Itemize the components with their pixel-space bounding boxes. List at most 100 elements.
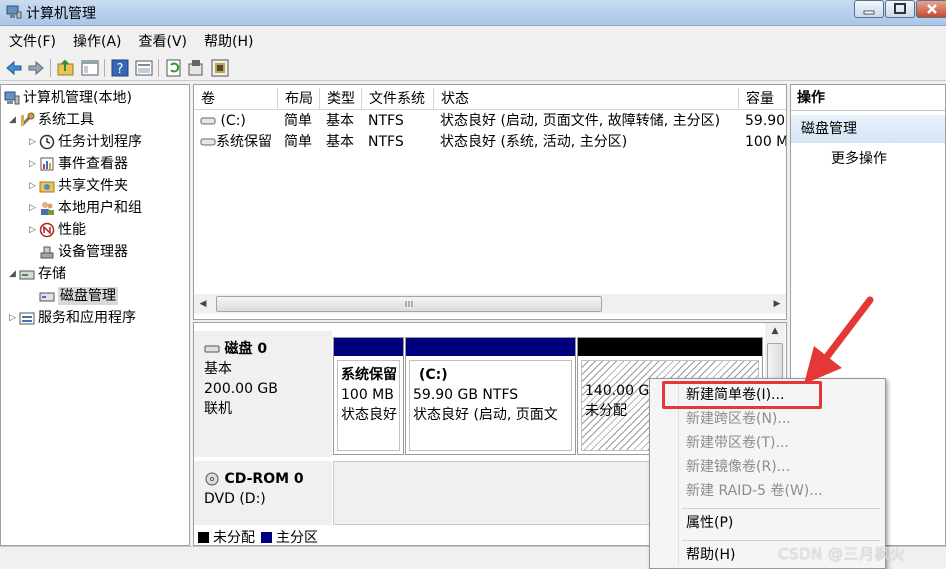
tree-item-disk-management[interactable]: 磁盘管理: [39, 285, 118, 307]
collapse-arrow-icon[interactable]: ◢: [9, 109, 19, 131]
menu-item-new-mirrored-volume[interactable]: 新建镜像卷(R)...: [686, 455, 790, 479]
properties-icon[interactable]: [134, 58, 154, 78]
capacity-cell: 100 M: [745, 134, 786, 150]
tree-label: 服务和应用程序: [38, 310, 136, 326]
tree-item-computer-management[interactable]: 计算机管理(本地): [4, 87, 132, 109]
cdrom-0-label[interactable]: CD-ROM 0 DVD (D:): [194, 461, 332, 525]
collapse-arrow-icon[interactable]: ◢: [9, 263, 19, 285]
legend-label-primary: 主分区: [276, 530, 318, 546]
layout-cell: 简单: [284, 134, 312, 150]
export-icon[interactable]: [210, 58, 230, 78]
up-folder-icon[interactable]: [56, 58, 76, 78]
expand-arrow-icon[interactable]: ▷: [29, 175, 39, 197]
table-row[interactable]: (C:) 简单 基本 NTFS 状态良好 (启动, 页面文件, 故障转储, 主分…: [194, 111, 786, 132]
tree-item-services-apps[interactable]: ▷ 服务和应用程序: [9, 307, 136, 329]
menu-view[interactable]: 查看(V): [130, 30, 196, 54]
expand-arrow-icon[interactable]: ▷: [29, 197, 39, 219]
menu-item-help[interactable]: 帮助(H): [686, 543, 735, 567]
partition-c-drive[interactable]: (C:) 59.90 GB NTFS 状态良好 (启动, 页面文: [405, 337, 576, 455]
tree-item-device-manager[interactable]: 设备管理器: [39, 241, 128, 263]
tools-icon: [20, 112, 35, 127]
legend: 未分配 主分区: [198, 528, 318, 546]
disk-type: 基本: [204, 361, 232, 377]
watermark: CSDN @三月枫火: [778, 545, 906, 563]
clock-icon: [39, 134, 55, 150]
tree-label: 事件查看器: [58, 156, 128, 172]
maximize-button[interactable]: [885, 0, 915, 18]
more-actions-link[interactable]: 更多操作: [831, 147, 887, 171]
menu-item-new-raid5-volume[interactable]: 新建 RAID-5 卷(W)...: [686, 479, 823, 503]
menu-help[interactable]: 帮助(H): [195, 30, 261, 54]
tree-label: 本地用户和组: [58, 200, 142, 216]
storage-icon: [19, 270, 35, 280]
tree-item-performance[interactable]: ▷ 性能: [29, 219, 86, 241]
partition-status: 状态良好 (启动, 页面文: [413, 407, 558, 423]
tree-item-storage[interactable]: ◢ 存储: [9, 263, 66, 285]
maximize-icon: [894, 3, 906, 14]
disk-title: 磁盘 0: [224, 341, 268, 357]
title-bar: 计算机管理: [0, 0, 946, 26]
menu-action[interactable]: 操作(A): [64, 30, 130, 54]
device-manager-icon: [40, 246, 54, 259]
horizontal-scrollbar[interactable]: ◀ ▶: [194, 294, 786, 314]
table-row[interactable]: 系统保留 简单 基本 NTFS 状态良好 (系统, 活动, 主分区) 100 M: [194, 132, 786, 153]
svg-text:?: ?: [117, 62, 124, 77]
volume-name: 系统保留: [216, 134, 272, 150]
performance-icon: [39, 222, 55, 238]
expand-arrow-icon[interactable]: ▷: [29, 153, 39, 175]
close-button[interactable]: [916, 0, 946, 18]
shared-folder-icon: [39, 181, 55, 193]
tree-item-shared-folders[interactable]: ▷ 共享文件夹: [29, 175, 128, 197]
forward-icon[interactable]: [26, 58, 46, 78]
actions-header: 操作: [791, 85, 945, 111]
volume-cell: 系统保留: [194, 132, 278, 153]
column-header-filesystem[interactable]: 文件系统: [362, 88, 434, 110]
show-tree-icon[interactable]: [80, 58, 100, 78]
tree-label: 磁盘管理: [58, 287, 118, 305]
partition-status: 状态良好: [341, 407, 397, 423]
filesystem-cell: NTFS: [368, 134, 404, 150]
scroll-up-icon[interactable]: ▲: [765, 323, 785, 339]
services-icon: [19, 312, 35, 325]
tree-item-task-scheduler[interactable]: ▷ 任务计划程序: [29, 131, 142, 153]
scroll-left-icon[interactable]: ◀: [194, 294, 212, 314]
column-header-layout[interactable]: 布局: [278, 88, 320, 110]
menu-file[interactable]: 文件(F): [0, 30, 64, 54]
drive-icon: [200, 138, 216, 146]
disk-0-label[interactable]: 磁盘 0 基本 200.00 GB 联机: [194, 331, 332, 457]
menu-item-new-striped-volume[interactable]: 新建带区卷(T)...: [686, 431, 789, 455]
column-header-status[interactable]: 状态: [434, 88, 739, 110]
expand-arrow-icon[interactable]: ▷: [9, 307, 19, 329]
disk-icon: [39, 292, 55, 302]
partition-name: (C:): [419, 367, 448, 383]
cdrom-icon: [205, 472, 219, 486]
tree-label: 系统工具: [38, 112, 94, 128]
column-header-type[interactable]: 类型: [320, 88, 362, 110]
tree-item-system-tools[interactable]: ◢ 系统工具: [9, 109, 94, 131]
tree-item-local-users[interactable]: ▷ 本地用户和组: [29, 197, 142, 219]
menu-item-new-spanned-volume[interactable]: 新建跨区卷(N)...: [686, 407, 791, 431]
tree-label: 性能: [58, 222, 86, 238]
expand-arrow-icon[interactable]: ▷: [29, 131, 39, 153]
help-icon[interactable]: ?: [110, 58, 130, 78]
menu-item-properties[interactable]: 属性(P): [686, 511, 733, 535]
toolbar: ?: [0, 55, 946, 81]
tree-label: 共享文件夹: [58, 178, 128, 194]
column-header-volume[interactable]: 卷: [194, 88, 278, 110]
actions-section-disk-management[interactable]: 磁盘管理: [791, 115, 945, 143]
expand-arrow-icon[interactable]: ▷: [29, 219, 39, 241]
back-icon[interactable]: [4, 58, 24, 78]
volume-name: (C:): [220, 113, 246, 129]
refresh-icon[interactable]: [164, 58, 184, 78]
scroll-right-icon[interactable]: ▶: [768, 294, 786, 314]
tree-item-event-viewer[interactable]: ▷ 事件查看器: [29, 153, 128, 175]
volume-cell: (C:): [194, 111, 278, 132]
disk-size: 200.00 GB: [204, 381, 278, 397]
column-header-capacity[interactable]: 容量: [739, 88, 786, 110]
partition-system-reserved[interactable]: 系统保留 100 MB 状态良好: [333, 337, 404, 455]
scrollbar-thumb[interactable]: [216, 296, 602, 312]
minimize-button[interactable]: [854, 0, 884, 18]
tree-label: 设备管理器: [58, 244, 128, 260]
settings-icon[interactable]: [186, 58, 206, 78]
disk-drive: DVD (D:): [204, 491, 266, 507]
